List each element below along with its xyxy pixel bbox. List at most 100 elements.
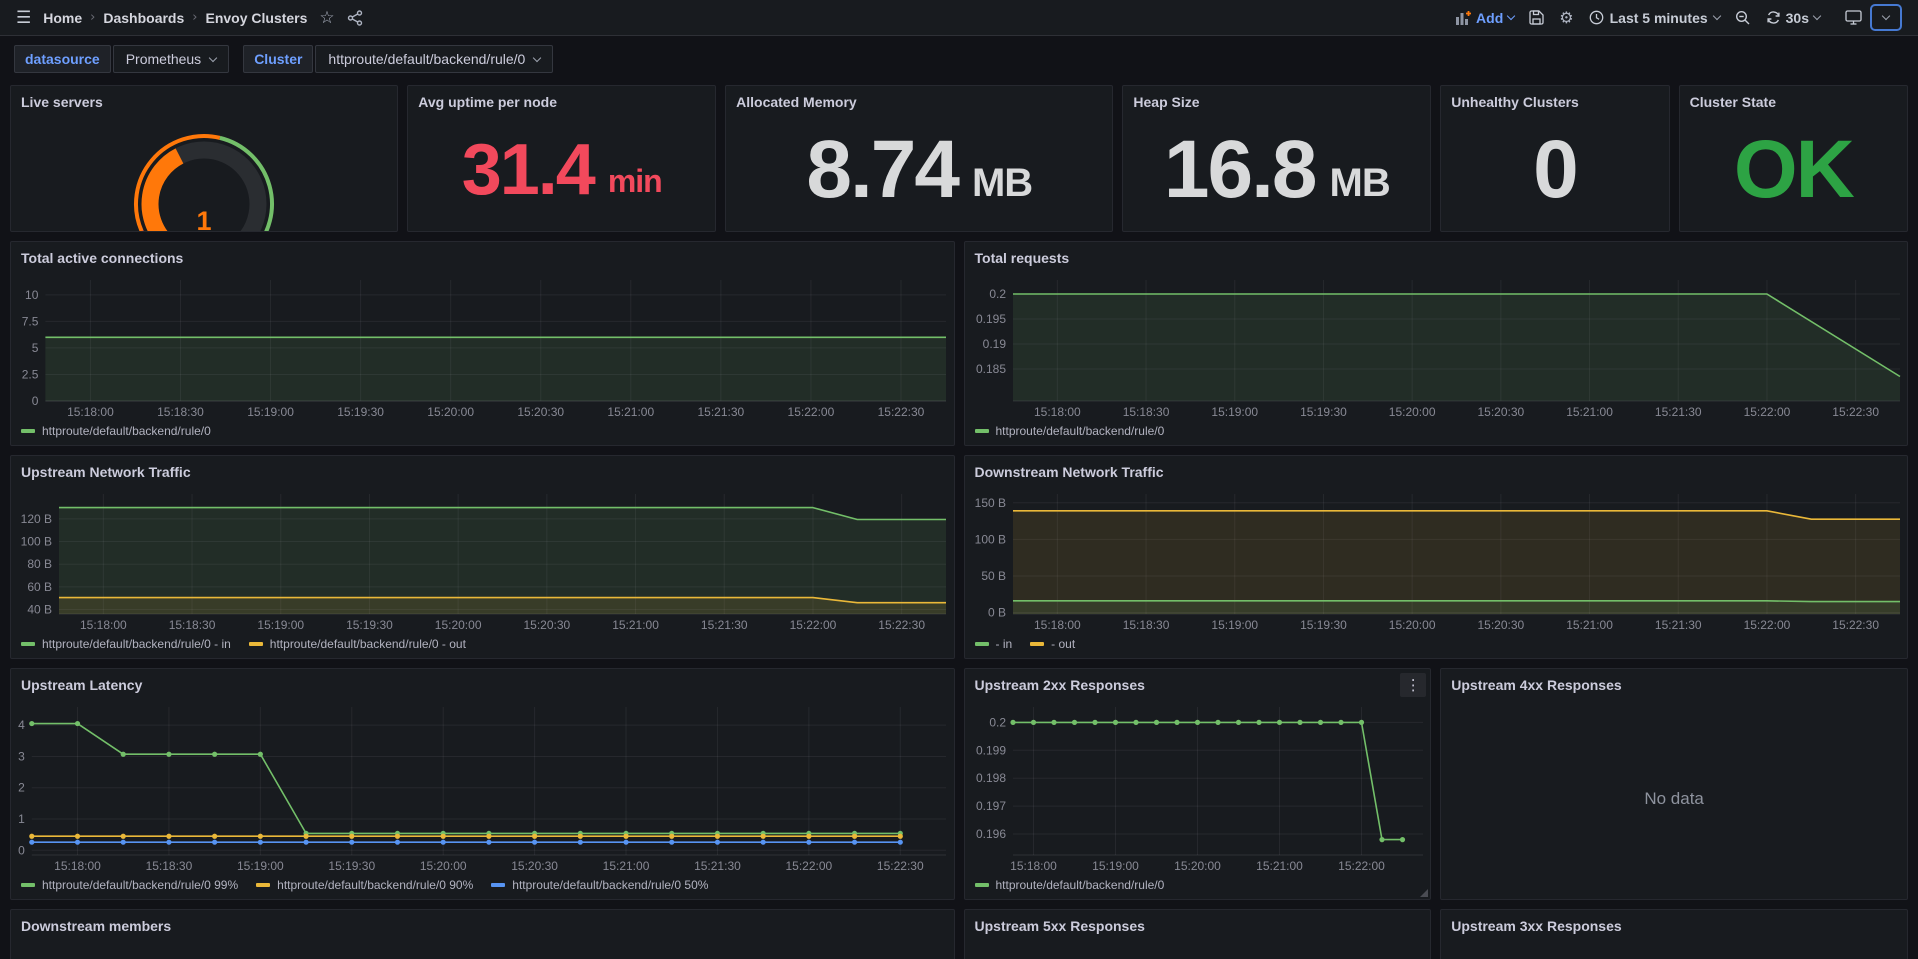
svg-text:40 B: 40 B bbox=[27, 602, 52, 616]
legend-series-label: httproute/default/backend/rule/0 bbox=[996, 424, 1165, 438]
datasource-label[interactable]: datasource bbox=[14, 45, 111, 73]
svg-text:15:22:00: 15:22:00 bbox=[788, 405, 835, 419]
save-dashboard-icon[interactable] bbox=[1529, 10, 1544, 25]
panel-avg-uptime: Avg uptime per node 31.4 min bbox=[407, 85, 716, 232]
svg-text:80 B: 80 B bbox=[27, 557, 52, 571]
legend-series-label: httproute/default/backend/rule/0 bbox=[42, 424, 211, 438]
svg-text:15:21:30: 15:21:30 bbox=[697, 405, 744, 419]
top-nav-bar: ☰ Home › Dashboards › Envoy Clusters ☆ A… bbox=[0, 0, 1918, 36]
panel-title[interactable]: Live servers bbox=[11, 86, 397, 116]
legend-item[interactable]: - out bbox=[1030, 637, 1075, 651]
panel-heap-size: Heap Size 16.8 MB bbox=[1122, 85, 1431, 232]
legend-item[interactable]: httproute/default/backend/rule/0 bbox=[975, 424, 1165, 438]
panel-title[interactable]: Upstream 2xx Responses bbox=[965, 669, 1431, 699]
legend-series-label: - out bbox=[1051, 637, 1075, 651]
svg-text:15:19:00: 15:19:00 bbox=[247, 405, 294, 419]
legend-item[interactable]: httproute/default/backend/rule/0 bbox=[21, 424, 211, 438]
chevron-down-icon bbox=[209, 53, 217, 61]
timeseries-chart[interactable]: 15:18:0015:18:3015:19:0015:19:3015:20:00… bbox=[11, 272, 954, 423]
svg-text:15:18:00: 15:18:00 bbox=[80, 618, 127, 632]
svg-text:15:18:30: 15:18:30 bbox=[1122, 618, 1169, 632]
menu-icon[interactable]: ☰ bbox=[16, 8, 31, 28]
datasource-select[interactable]: Prometheus bbox=[113, 45, 229, 73]
svg-text:15:21:00: 15:21:00 bbox=[1566, 405, 1613, 419]
add-panel-button[interactable]: Add bbox=[1456, 10, 1514, 26]
breadcrumb-dashboards[interactable]: Dashboards bbox=[103, 10, 184, 26]
breadcrumb-home[interactable]: Home bbox=[43, 10, 82, 26]
legend-series-color bbox=[975, 642, 989, 646]
breadcrumb-current[interactable]: Envoy Clusters bbox=[205, 10, 307, 26]
timeseries-chart[interactable]: 15:18:0015:19:0015:20:0015:21:0015:22:00… bbox=[965, 699, 1431, 877]
favorite-star-icon[interactable]: ☆ bbox=[319, 8, 334, 28]
svg-text:15:22:00: 15:22:00 bbox=[786, 859, 833, 873]
svg-text:15:22:30: 15:22:30 bbox=[877, 859, 924, 873]
cluster-select[interactable]: httproute/default/backend/rule/0 bbox=[315, 45, 553, 73]
svg-text:15:19:30: 15:19:30 bbox=[1300, 618, 1347, 632]
svg-text:15:19:30: 15:19:30 bbox=[1300, 405, 1347, 419]
panel-title[interactable]: Downstream Network Traffic bbox=[965, 456, 1908, 486]
panel-title[interactable]: Total requests bbox=[965, 242, 1908, 272]
panel-title[interactable]: Cluster State bbox=[1680, 86, 1907, 116]
datasource-variable: datasource Prometheus bbox=[14, 45, 229, 73]
svg-text:15:20:30: 15:20:30 bbox=[517, 405, 564, 419]
svg-text:0.195: 0.195 bbox=[975, 312, 1005, 326]
legend-item[interactable]: - in bbox=[975, 637, 1013, 651]
cluster-label[interactable]: Cluster bbox=[243, 45, 313, 73]
legend-series-label: httproute/default/backend/rule/0 50% bbox=[512, 878, 708, 892]
zoom-out-time-icon[interactable] bbox=[1735, 10, 1751, 26]
time-range-picker[interactable]: Last 5 minutes bbox=[1589, 10, 1720, 26]
kiosk-mode-icon[interactable] bbox=[1839, 6, 1868, 29]
svg-text:15:18:30: 15:18:30 bbox=[1122, 405, 1169, 419]
svg-text:7.5: 7.5 bbox=[22, 314, 39, 328]
dashboard-grid: Live servers 1 Avg uptime per node 31.4 … bbox=[0, 81, 1918, 959]
legend-item[interactable]: httproute/default/backend/rule/0 bbox=[975, 878, 1165, 892]
timeseries-chart[interactable]: 15:18:0015:18:3015:19:0015:19:3015:20:00… bbox=[11, 699, 954, 877]
panel-title[interactable]: Allocated Memory bbox=[726, 86, 1112, 116]
panel-title[interactable]: Upstream 3xx Responses bbox=[1441, 910, 1907, 940]
chevron-down-icon bbox=[1882, 12, 1890, 20]
panel-title[interactable]: Downstream members bbox=[11, 910, 954, 940]
timeseries-chart[interactable]: 15:18:0015:18:3015:19:0015:19:3015:20:00… bbox=[965, 486, 1908, 636]
panel-unhealthy-clusters: Unhealthy Clusters 0 bbox=[1440, 85, 1669, 232]
legend-item[interactable]: httproute/default/backend/rule/0 50% bbox=[491, 878, 708, 892]
panel-title[interactable]: Unhealthy Clusters bbox=[1441, 86, 1668, 116]
timeseries-chart[interactable]: 2 bbox=[11, 940, 954, 959]
refresh-button[interactable]: 30s bbox=[1766, 10, 1820, 26]
panel-title[interactable]: Upstream Network Traffic bbox=[11, 456, 954, 486]
collapse-timepicker-button[interactable] bbox=[1870, 4, 1902, 31]
legend-item[interactable]: httproute/default/backend/rule/0 90% bbox=[256, 878, 473, 892]
svg-text:15:22:30: 15:22:30 bbox=[1832, 618, 1879, 632]
svg-text:15:19:00: 15:19:00 bbox=[257, 618, 304, 632]
panel-title[interactable]: Upstream Latency bbox=[11, 669, 954, 699]
dashboard-settings-gear-icon[interactable]: ⚙ bbox=[1559, 8, 1573, 27]
legend-item[interactable]: httproute/default/backend/rule/0 - in bbox=[21, 637, 231, 651]
panel-menu-kebab-icon[interactable]: ⋮ bbox=[1400, 673, 1426, 697]
refresh-icon bbox=[1766, 10, 1781, 25]
legend-item[interactable]: httproute/default/backend/rule/0 99% bbox=[21, 878, 238, 892]
refresh-interval: 30s bbox=[1786, 10, 1809, 26]
panel-resize-handle[interactable] bbox=[1420, 889, 1428, 897]
panel-upstream-latency: Upstream Latency 15:18:0015:18:3015:19:0… bbox=[10, 668, 955, 900]
legend-series-color bbox=[491, 883, 505, 887]
timeseries-chart[interactable]: 15:18:0015:18:3015:19:0015:19:3015:20:00… bbox=[965, 272, 1908, 423]
panel-title[interactable]: Heap Size bbox=[1123, 86, 1430, 116]
svg-text:0.19: 0.19 bbox=[982, 337, 1006, 351]
panel-title[interactable]: Upstream 5xx Responses bbox=[965, 910, 1431, 940]
panel-upstream-2xx-responses: Upstream 2xx Responses ⋮ 15:18:0015:19:0… bbox=[964, 668, 1432, 900]
legend-item[interactable]: httproute/default/backend/rule/0 - out bbox=[249, 637, 466, 651]
panel-title[interactable]: Total active connections bbox=[11, 242, 954, 272]
no-data-message: No data bbox=[1441, 699, 1907, 899]
timeseries-chart[interactable]: 15:18:0015:18:3015:19:0015:19:3015:20:00… bbox=[11, 486, 954, 636]
panel-title[interactable]: Avg uptime per node bbox=[408, 86, 715, 116]
svg-text:15:21:00: 15:21:00 bbox=[612, 618, 659, 632]
gauge-value: 1 bbox=[197, 206, 212, 231]
svg-text:0: 0 bbox=[32, 394, 39, 408]
panel-title[interactable]: Upstream 4xx Responses bbox=[1441, 669, 1907, 699]
svg-text:15:21:30: 15:21:30 bbox=[701, 618, 748, 632]
share-icon[interactable] bbox=[347, 10, 363, 26]
legend-series-color bbox=[21, 429, 35, 433]
stat-unit: min bbox=[608, 165, 662, 197]
svg-text:15:22:00: 15:22:00 bbox=[1743, 618, 1790, 632]
chart-legend: httproute/default/backend/rule/0 99% http… bbox=[11, 877, 954, 899]
stat-value: 8.74 bbox=[806, 129, 958, 211]
